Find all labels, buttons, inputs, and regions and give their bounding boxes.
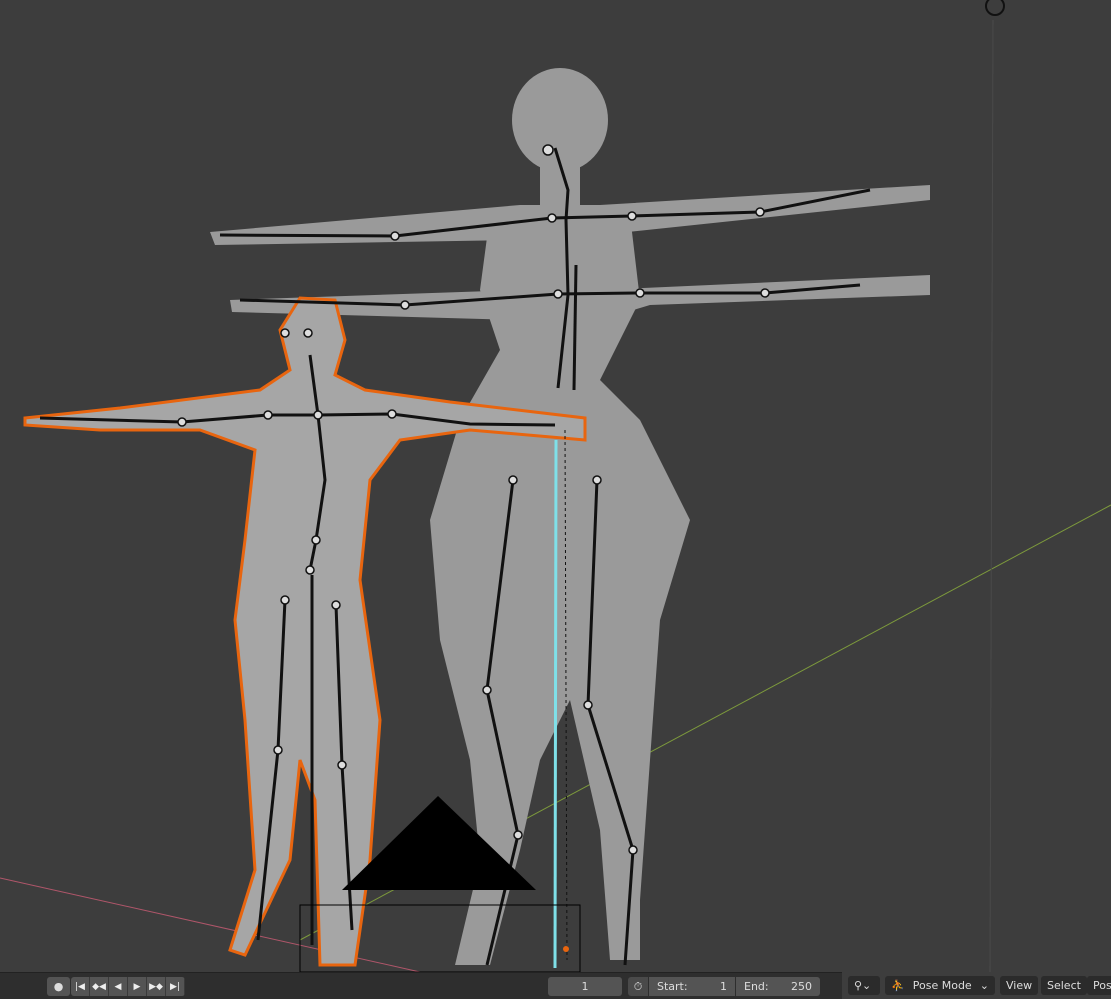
3d-cursor-icon — [985, 0, 1005, 16]
next-keyframe-icon[interactable]: ▶◆ — [147, 977, 166, 996]
active-bone — [553, 439, 558, 969]
play-reverse-icon[interactable]: ◀ — [109, 977, 128, 996]
playback-controls: |◀ ◆◀ ◀ ▶ ▶◆ ▶| — [71, 977, 185, 996]
pivot-icon: ⚲⌄ — [854, 979, 872, 992]
menu-view-label: View — [1006, 979, 1033, 992]
pose-mode-icon: ⛹ — [891, 979, 905, 992]
menu-view[interactable]: View — [1000, 976, 1039, 995]
viewport-header: ⚲⌄ ⛹ Pose Mode ⌄ View Select Pose — [842, 972, 1111, 999]
start-value: 1 — [720, 980, 727, 993]
stopwatch-icon[interactable]: ⏱ — [628, 977, 648, 996]
menu-pose-label: Pose — [1093, 979, 1111, 992]
prev-keyframe-icon[interactable]: ◆◀ — [90, 977, 109, 996]
start-frame-field[interactable]: Start: 1 — [649, 977, 735, 996]
mode-label: Pose Mode — [912, 979, 972, 992]
record-icon: ● — [53, 980, 64, 993]
jump-end-icon[interactable]: ▶| — [166, 977, 185, 996]
end-label: End: — [744, 980, 769, 993]
record-button[interactable]: ● — [47, 977, 70, 996]
pivot-dropdown[interactable]: ⚲⌄ — [848, 976, 880, 995]
current-frame-field[interactable]: 1 — [548, 977, 622, 996]
start-label: Start: — [657, 980, 688, 993]
menu-select-label: Select — [1047, 979, 1081, 992]
menu-select[interactable]: Select — [1041, 976, 1087, 995]
viewport-scene — [0, 0, 1111, 972]
timeline-bar: ● |◀ ◆◀ ◀ ▶ ▶◆ ▶| 1 ⏱ Start: 1 End: 250 — [0, 972, 842, 999]
jump-start-icon[interactable]: |◀ — [71, 977, 90, 996]
end-value: 250 — [791, 980, 812, 993]
chevron-down-icon: ⌄ — [979, 979, 989, 992]
mode-dropdown[interactable]: ⛹ Pose Mode ⌄ — [885, 976, 995, 995]
3d-viewport[interactable] — [0, 0, 1111, 972]
current-frame-value: 1 — [581, 980, 589, 993]
play-icon[interactable]: ▶ — [128, 977, 147, 996]
end-frame-field[interactable]: End: 250 — [736, 977, 820, 996]
menu-pose[interactable]: Pose — [1087, 976, 1111, 995]
